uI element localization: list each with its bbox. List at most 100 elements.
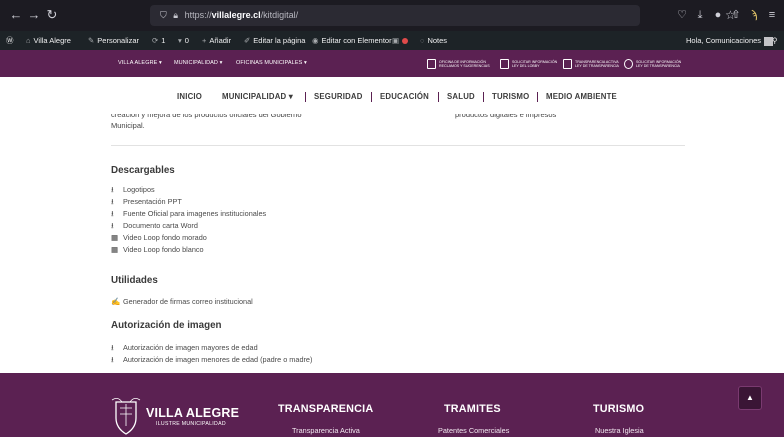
- footer-link-iglesia[interactable]: Nuestra Iglesia: [595, 426, 644, 435]
- admin-edit-elementor[interactable]: ◉ Editar con Elementor: [312, 31, 392, 50]
- download-autorizacion-menores[interactable]: ⭳ Autorización de imagen menores de edad …: [111, 355, 312, 365]
- nav-inicio[interactable]: INICIO: [177, 89, 202, 105]
- nav-educacion[interactable]: EDUCACIÓN: [380, 89, 429, 105]
- download-presentacion-ppt[interactable]: ⭳ Presentación PPT: [111, 197, 182, 207]
- footer-logo[interactable]: VILLA ALEGRE ILUSTRE MUNICIPALIDAD: [110, 396, 248, 436]
- badge-solicitar-transparencia[interactable]: SOLICITAR INFORMACIÓN LEY DE TRANSPARENCI…: [624, 58, 681, 70]
- notes-icon: ◌: [420, 36, 425, 45]
- badge-transparencia-activa[interactable]: TRANSPARENCIA ACTIVA LEY DE TRANSPARENCIA: [563, 58, 619, 70]
- topnav-villa-alegre[interactable]: VILLA ALEGRE ▾: [118, 50, 162, 77]
- wp-admin-bar: Ⓦ ⌂ Villa Alegre ✎ Personalizar ⟳ 1 ▾ 0 + Aña…: [0, 31, 784, 50]
- badge-lobby[interactable]: SOLICITAR INFORMACIÓN LEY DEL LOBBY: [500, 58, 557, 70]
- topnav-oficinas[interactable]: OFICINAS MUNICIPALES ▾: [236, 50, 307, 77]
- wordpress-icon[interactable]: Ⓦ: [6, 31, 14, 50]
- section-divider: [111, 145, 685, 146]
- update-icon: ⟳: [152, 36, 159, 45]
- partial-left-line2: Municipal.: [111, 121, 145, 130]
- utilidades-title: Utilidades: [111, 275, 158, 286]
- partial-left-line1: creación y mejora de los productos ofici…: [111, 110, 302, 119]
- nav-medio-ambiente[interactable]: MEDIO AMBIENTE: [546, 89, 617, 105]
- nav-separator: [438, 92, 439, 102]
- footer-brand: VILLA ALEGRE: [146, 406, 240, 420]
- comment-icon: ▾: [178, 36, 182, 45]
- extension-alt-icon[interactable]: ϡ: [746, 7, 762, 23]
- document-icon: [427, 59, 436, 69]
- site-top-bar: VILLA ALEGRE ▾ MUNICIPALIDAD ▾ OFICINAS …: [0, 50, 784, 77]
- edit-document-icon: ✍: [111, 297, 121, 306]
- footer-col-turismo-title: TURISMO: [593, 403, 645, 415]
- download-documento-word[interactable]: ⭳ Documento carta Word: [111, 221, 198, 231]
- nav-seguridad[interactable]: SEGURIDAD: [314, 89, 363, 105]
- badge-oirs[interactable]: OFICINA DE INFORMACIÓN RECLAMOS Y SUGEREN…: [427, 58, 490, 70]
- admin-seo[interactable]: ▣: [392, 31, 409, 50]
- back-to-top-button[interactable]: ▲: [738, 386, 762, 410]
- lock-icon: 🔒︎: [173, 10, 179, 20]
- download-video-morado[interactable]: ▦ Video Loop fondo morado: [111, 233, 207, 243]
- download-icon: ⭳: [111, 209, 114, 218]
- download-icon: ⭳: [111, 355, 114, 364]
- pocket-icon[interactable]: ♡: [674, 7, 690, 23]
- topnav-municipalidad[interactable]: MUNICIPALIDAD ▾: [174, 50, 222, 77]
- shield-icon: ⛉: [160, 10, 167, 20]
- admin-search-icon[interactable]: ⚲: [772, 31, 778, 50]
- autorizacion-title: Autorización de imagen: [111, 320, 222, 331]
- admin-site-name[interactable]: ⌂ Villa Alegre: [26, 31, 71, 50]
- nav-salud[interactable]: SALUD: [447, 89, 475, 105]
- download-logotipos[interactable]: ⭳ Logotipos: [111, 185, 155, 195]
- browser-toolbar: ← → ↻ ⛉ 🔒︎ https://villalegre.cl/kitdigi…: [0, 0, 784, 31]
- admin-comments[interactable]: ▾ 0: [178, 31, 189, 50]
- download-fuente-oficial[interactable]: ⭳ Fuente Oficial para imagenes institucio…: [111, 209, 266, 219]
- admin-add-new[interactable]: + Añadir: [202, 31, 231, 50]
- link-generador-firmas[interactable]: ✍ Generador de firmas correo instituciona…: [111, 297, 253, 307]
- crest-icon: [111, 398, 141, 435]
- main-nav: INICIO MUNICIPALIDAD ▾ SEGURIDAD EDUCACI…: [0, 89, 784, 105]
- download-icon: ⭳: [111, 221, 114, 230]
- url-domain: villalegre.cl: [211, 10, 261, 20]
- admin-updates[interactable]: ⟳ 1: [152, 31, 165, 50]
- yoast-icon: ▣: [392, 36, 400, 45]
- menu-icon[interactable]: ≡: [764, 7, 780, 23]
- nav-separator: [371, 92, 372, 102]
- pencil-icon: ✐: [244, 36, 251, 45]
- nav-separator: [305, 92, 306, 102]
- back-button[interactable]: ←: [8, 6, 24, 24]
- site-footer: VILLA ALEGRE ILUSTRE MUNICIPALIDAD TRANS…: [0, 373, 784, 437]
- footer-col-transparencia-title: TRANSPARENCIA: [278, 403, 374, 415]
- reload-button[interactable]: ↻: [44, 6, 60, 24]
- download-autorizacion-mayores[interactable]: ⭳ Autorización de imagen mayores de edad: [111, 343, 258, 353]
- elementor-icon: ◉: [312, 36, 319, 45]
- footer-col-tramites-title: TRAMITES: [444, 403, 501, 415]
- download-icon: ⭳: [111, 343, 114, 352]
- footer-brand-sub: ILUSTRE MUNICIPALIDAD: [156, 421, 226, 427]
- url-path: /kitdigital/: [260, 10, 299, 20]
- nav-turismo[interactable]: TURISMO: [492, 89, 529, 105]
- video-icon: ▦: [111, 233, 119, 242]
- people-icon: [500, 59, 509, 69]
- seo-status-dot: [402, 38, 409, 45]
- forward-button[interactable]: →: [26, 6, 42, 24]
- download-video-blanco[interactable]: ▦ Video Loop fondo blanco: [111, 245, 204, 255]
- footer-link-transparencia-activa[interactable]: Transparencia Activa: [292, 426, 360, 435]
- file-icon: [563, 59, 572, 69]
- admin-customize[interactable]: ✎ Personalizar: [88, 31, 139, 50]
- url-bar[interactable]: ⛉ 🔒︎ https://villalegre.cl/kitdigital/ ☆: [150, 5, 736, 26]
- admin-notes[interactable]: ◌ Notes: [420, 31, 447, 50]
- nav-separator: [537, 92, 538, 102]
- admin-edit-page[interactable]: ✐ Editar la página: [244, 31, 305, 50]
- share-icon[interactable]: ⇧: [728, 7, 744, 23]
- url-prefix: https://: [184, 10, 212, 20]
- info-icon: [624, 59, 633, 69]
- download-icon: ⭳: [111, 197, 114, 206]
- plus-icon: +: [202, 36, 207, 45]
- admin-account[interactable]: Hola, Comunicaciones: [686, 31, 774, 50]
- brush-icon: ✎: [88, 36, 95, 45]
- download-icon[interactable]: ⤓: [692, 7, 708, 23]
- video-icon: ▦: [111, 245, 119, 254]
- nav-separator: [483, 92, 484, 102]
- extension-icon[interactable]: ●: [710, 7, 726, 23]
- partial-right-line1: productos digitales e impresos: [455, 110, 557, 119]
- nav-municipalidad[interactable]: MUNICIPALIDAD ▾: [222, 89, 293, 105]
- dashboard-icon: ⌂: [26, 36, 31, 45]
- download-icon: ⭳: [111, 185, 114, 194]
- footer-link-patentes[interactable]: Patentes Comerciales: [438, 426, 509, 435]
